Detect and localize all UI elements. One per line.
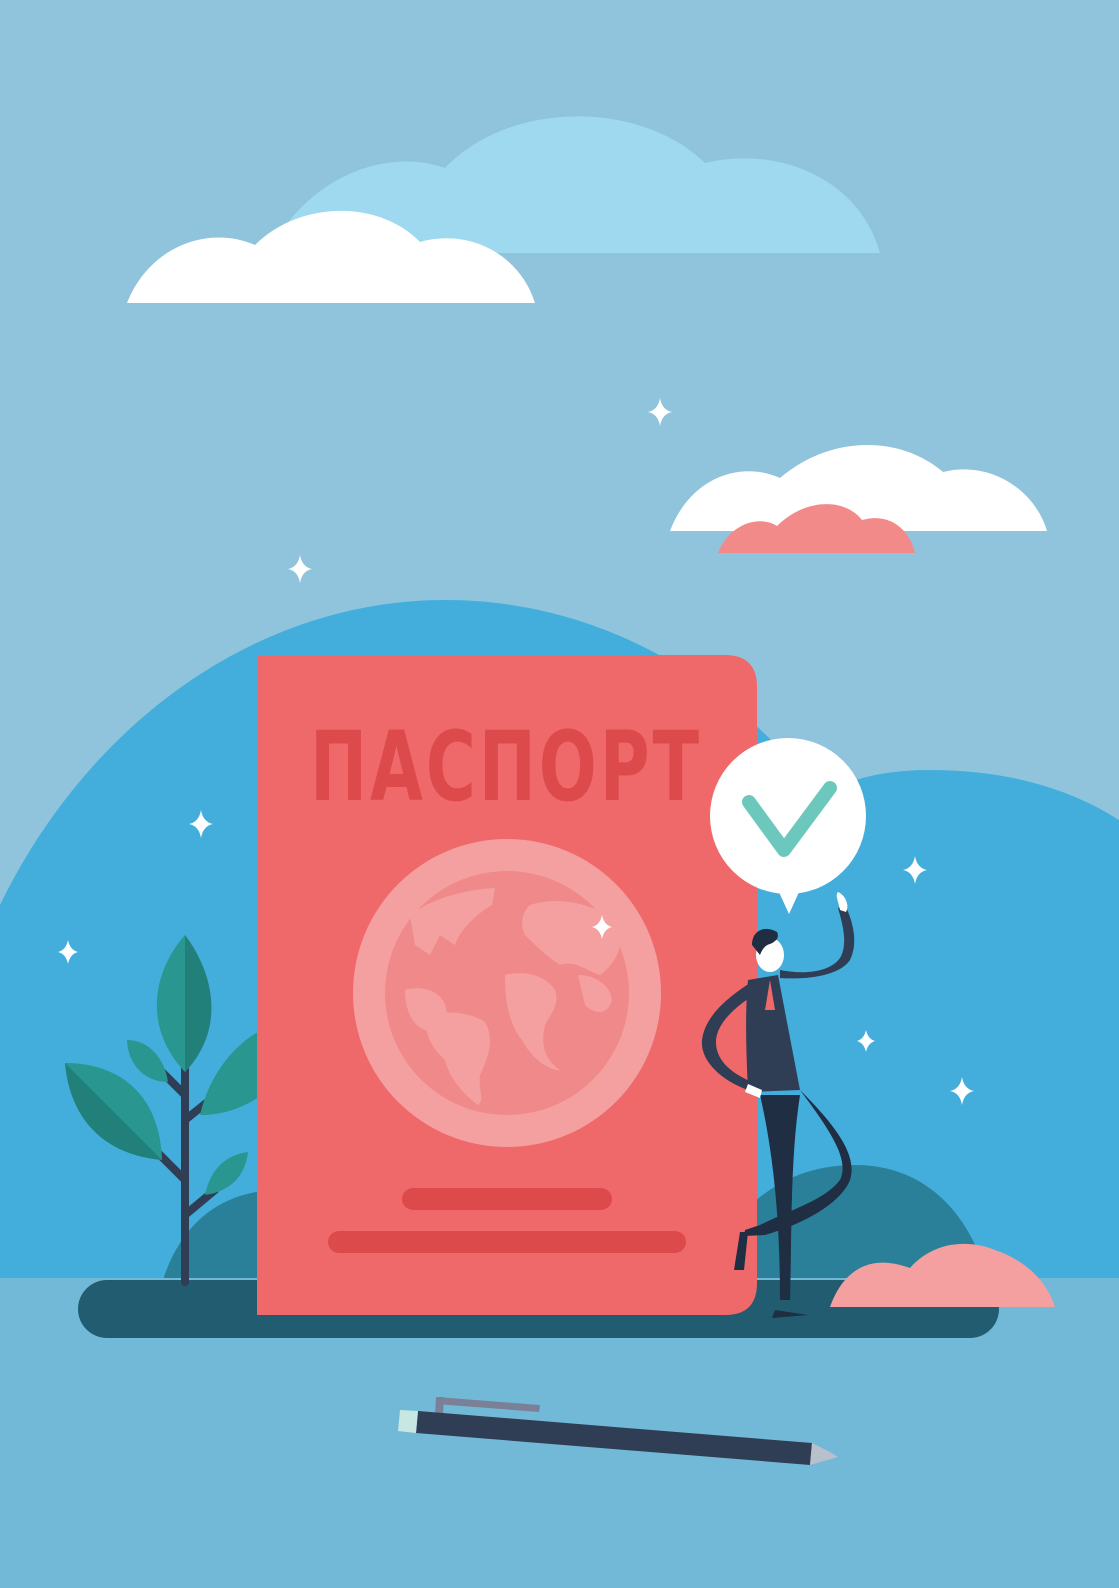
passport-illustration: ПАСПОРТ: [0, 0, 1119, 1588]
passport-title: ПАСПОРТ: [310, 711, 702, 823]
passport: ПАСПОРТ: [257, 655, 757, 1315]
passport-line-short: [402, 1188, 612, 1210]
passport-line-long: [328, 1231, 686, 1253]
